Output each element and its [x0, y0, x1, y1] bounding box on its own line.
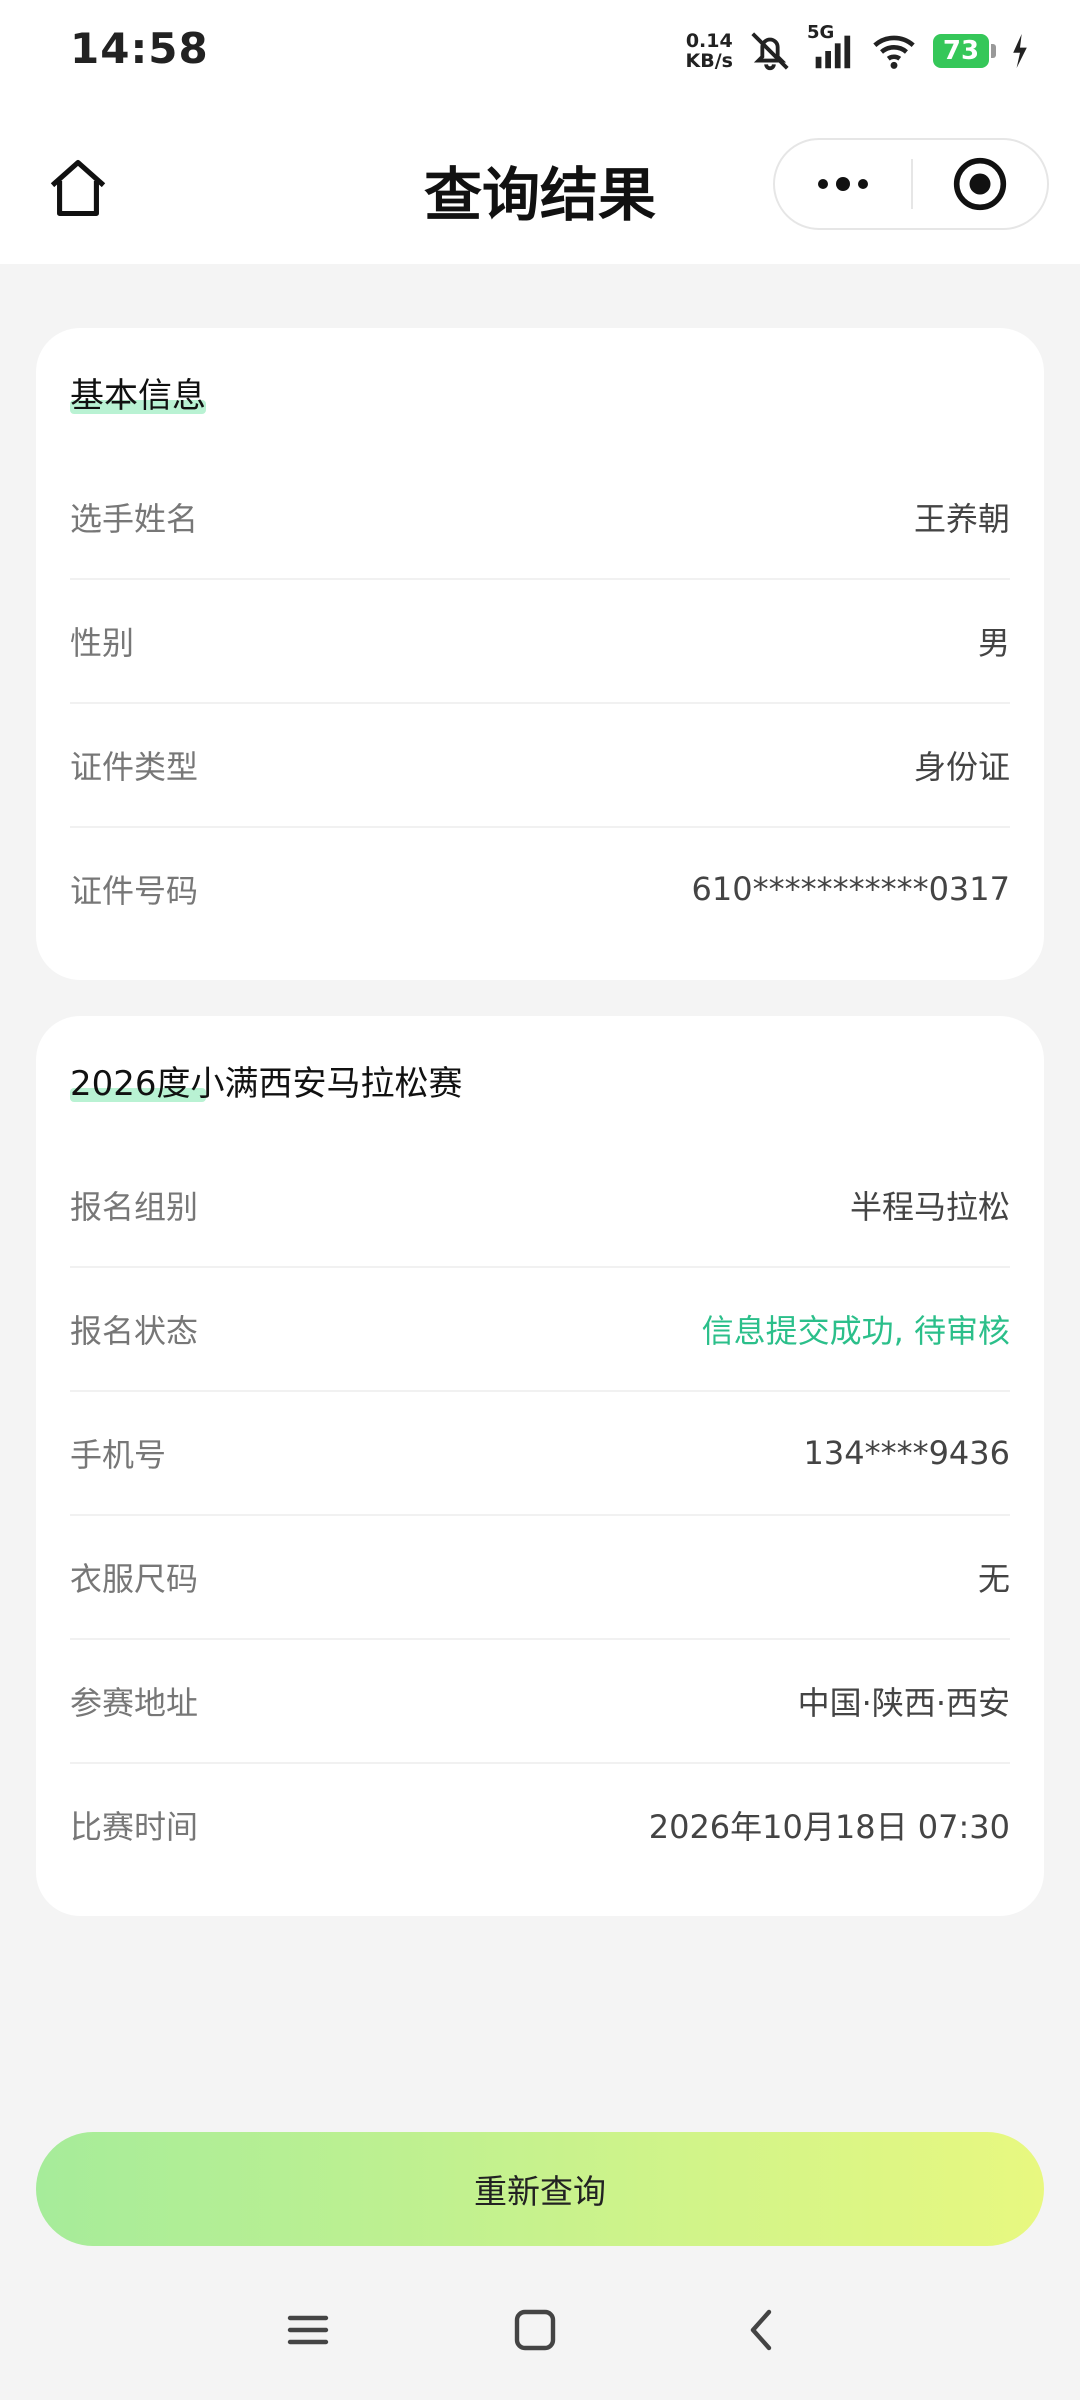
- row-value: 无: [977, 1560, 1010, 1598]
- row-value: 身份证: [913, 748, 1010, 786]
- battery-cap: [991, 44, 996, 58]
- info-row-status: 报名状态 信息提交成功, 待审核: [70, 1268, 1010, 1392]
- info-row-time: 比赛时间 2026年10月18日 07:30: [70, 1764, 1010, 1886]
- row-label: 手机号: [70, 1436, 167, 1474]
- race-info-title-text: 2026度小满西安马拉松赛: [70, 1064, 463, 1104]
- basic-info-title: 基本信息: [70, 368, 206, 436]
- basic-info-title-text: 基本信息: [70, 376, 206, 416]
- row-label: 比赛时间: [70, 1808, 199, 1846]
- system-nav-bar: [0, 2260, 1080, 2400]
- more-dots-icon: [818, 177, 868, 191]
- back-icon: [750, 2309, 772, 2351]
- row-label: 衣服尺码: [70, 1560, 199, 1598]
- status-value: 信息提交成功, 待审核: [701, 1312, 1010, 1350]
- row-value: 134****9436: [803, 1434, 1010, 1472]
- row-label: 选手姓名: [70, 500, 199, 538]
- charging-icon: [1010, 34, 1030, 68]
- bell-mute-icon: [747, 28, 793, 74]
- info-row-gender: 性别 男: [70, 580, 1010, 704]
- race-info-card: 2026度小满西安马拉松赛 报名组别 半程马拉松 报名状态 信息提交成功, 待审…: [36, 1016, 1044, 1916]
- row-value: 610***********0317: [691, 870, 1010, 908]
- more-button[interactable]: [775, 140, 911, 228]
- menu-icon: [287, 2315, 329, 2345]
- info-row-address: 参赛地址 中国·陕西·西安: [70, 1640, 1010, 1764]
- net-speed-value: 0.14: [685, 30, 733, 52]
- status-bar: 14:58 0.14 KB/s 5G 73: [0, 0, 1080, 100]
- row-value: 中国·陕西·西安: [797, 1684, 1010, 1722]
- system-home-button[interactable]: [505, 2300, 565, 2360]
- info-row-name: 选手姓名 王养朝: [70, 456, 1010, 580]
- system-back-button[interactable]: [733, 2300, 793, 2360]
- row-label: 证件号码: [70, 872, 199, 910]
- info-row-id-type: 证件类型 身份证: [70, 704, 1010, 828]
- battery-level: 73: [933, 34, 989, 68]
- info-row-id-number: 证件号码 610***********0317: [70, 828, 1010, 950]
- net-speed-unit: KB/s: [685, 50, 733, 72]
- row-value: 2026年10月18日 07:30: [648, 1808, 1010, 1846]
- status-time: 14:58: [70, 24, 209, 73]
- info-row-size: 衣服尺码 无: [70, 1516, 1010, 1640]
- race-info-list: 报名组别 半程马拉松 报名状态 信息提交成功, 待审核 手机号 134****9…: [70, 1144, 1010, 1886]
- net-speed: 0.14 KB/s: [686, 31, 733, 71]
- close-button[interactable]: [913, 140, 1047, 228]
- basic-info-card: 基本信息 选手姓名 王养朝 性别 男 证件类型 身份证 证件号码 610****…: [36, 328, 1044, 980]
- home-square-icon: [514, 2309, 556, 2351]
- info-row-group: 报名组别 半程马拉松: [70, 1144, 1010, 1268]
- wifi-icon: [869, 28, 919, 74]
- info-row-phone: 手机号 134****9436: [70, 1392, 1010, 1516]
- row-label: 报名组别: [70, 1188, 199, 1226]
- row-value: 半程马拉松: [849, 1188, 1010, 1226]
- requery-button[interactable]: 重新查询: [36, 2132, 1044, 2246]
- target-close-icon: [953, 157, 1007, 211]
- row-label: 报名状态: [70, 1312, 199, 1350]
- mini-program-capsule: [773, 138, 1049, 230]
- row-value: 男: [977, 624, 1010, 662]
- recent-apps-button[interactable]: [278, 2300, 338, 2360]
- row-label: 证件类型: [70, 748, 199, 786]
- network-type: 5G: [807, 22, 835, 43]
- signal-icon: 5G: [807, 22, 855, 74]
- row-value: 王养朝: [913, 500, 1010, 538]
- race-info-title: 2026度小满西安马拉松赛: [70, 1056, 463, 1124]
- row-label: 性别: [70, 624, 135, 662]
- battery-icon: 73: [933, 34, 996, 68]
- row-label: 参赛地址: [70, 1684, 199, 1722]
- basic-info-list: 选手姓名 王养朝 性别 男 证件类型 身份证 证件号码 610*********…: [70, 456, 1010, 950]
- nav-bar: 查询结果: [0, 100, 1080, 264]
- status-icons: 0.14 KB/s 5G 73: [686, 22, 1030, 76]
